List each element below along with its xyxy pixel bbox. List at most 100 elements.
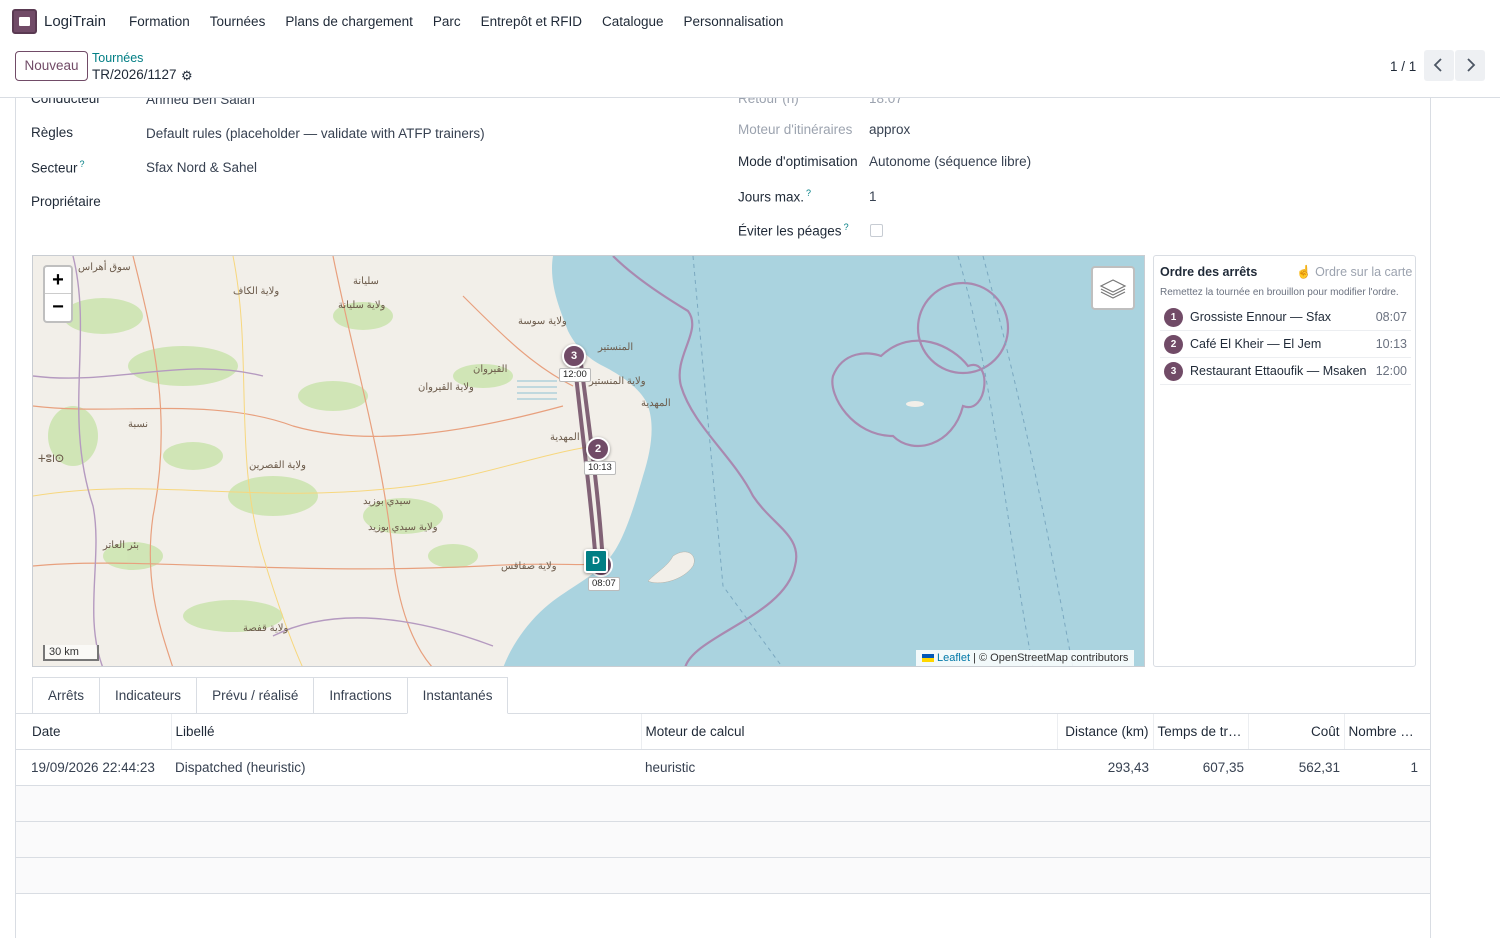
depot-marker[interactable]: D [584,549,608,573]
map-place-label: سوق أهراس [78,262,131,273]
field-value-mode-optimisation[interactable]: Autonome (séquence libre) [869,154,1031,169]
table-header-row: Date Libellé Moteur de calcul Distance (… [16,714,1430,750]
map-place-label: بئر العاتر [103,540,140,551]
column-header-temps[interactable]: Temps de tr… [1153,714,1249,750]
map-place-label: سيدي بوزيد [363,496,412,507]
field-value-moteur-itineraires: approx [869,122,911,137]
cell-date: 19/09/2026 22:44:23 [16,749,171,786]
app-name[interactable]: LogiTrain [44,13,106,30]
cell-moteur: heuristic [641,749,1057,786]
hand-pointer-icon: ☝ [1296,265,1312,279]
column-header-moteur[interactable]: Moteur de calcul [641,714,1058,750]
zoom-in-button[interactable]: + [45,267,71,294]
pager-previous-button[interactable] [1424,50,1454,81]
map-order-button[interactable]: ☝ Ordre sur la carte [1296,265,1412,280]
stop-marker-time: 10:13 [584,461,616,475]
empty-row [16,785,1430,822]
empty-row [16,821,1430,858]
map-place-label: المنستير [598,342,634,353]
cell-cout: 562,31 [1248,749,1344,786]
menu-item-plans-chargement[interactable]: Plans de chargement [285,14,413,29]
app-logo-icon[interactable] [12,9,37,34]
field-label-regles: Règles [31,125,74,140]
stop-time: 12:00 [1375,364,1407,378]
stop-time: 08:07 [1375,310,1407,324]
form-sheet: Conducteur Ahmed Ben Salah Règles Defaul… [15,98,1431,938]
stop-order-panel: Ordre des arrêts ☝ Ordre sur la carte Re… [1153,255,1416,667]
zoom-out-button[interactable]: − [45,294,71,321]
map-place-label: سليانة [353,276,379,287]
route-map[interactable]: سوق أهراس ولاية سوسة المنستير القيروان و… [32,255,1145,667]
column-header-date[interactable]: Date [16,714,172,750]
tab-indicateurs[interactable]: Indicateurs [99,677,197,714]
help-icon[interactable]: ? [80,159,85,169]
table-row[interactable]: 19/09/2026 22:44:23 Dispatched (heuristi… [16,749,1430,786]
layers-button[interactable] [1091,266,1135,310]
field-value-jours-max[interactable]: 1 [869,189,877,204]
pager-value[interactable]: 1 / 1 [1390,59,1416,74]
field-label-moteur-itineraires: Moteur d'itinéraires [738,122,853,137]
help-icon[interactable]: ? [806,188,811,198]
notebook-tabs: Arrêts Indicateurs Prévu / réalisé Infra… [32,677,509,714]
cell-libelle: Dispatched (heuristic) [171,749,641,786]
empty-row [16,857,1430,894]
column-header-nombre[interactable]: Nombre … [1344,714,1430,750]
map-place-label: ولاية المنستير [589,376,646,387]
map-place-label: ولاية قفصة [243,623,289,634]
breadcrumb-parent-link[interactable]: Tournées [92,51,143,65]
chevron-left-icon [1433,58,1442,72]
column-header-cout[interactable]: Coût [1248,714,1345,750]
stop-name: Restaurant Ettaoufik — Msaken [1190,364,1367,378]
stop-order-row[interactable]: 1 Grossiste Ennour — Sfax 08:07 [1160,304,1411,331]
field-value-conducteur[interactable]: Ahmed Ben Salah [146,98,255,107]
ukraine-flag-icon [922,654,934,663]
tab-arrets[interactable]: Arrêts [32,677,100,714]
menu-item-entrepot-rfid[interactable]: Entrepôt et RFID [481,14,582,29]
stop-name: Café El Kheir — El Jem [1190,337,1322,351]
map-place-label: ولاية سوسة [518,316,567,327]
record-name: TR/2026/1127 [92,67,177,82]
field-label-retour: Retour (h) [738,98,799,106]
leaflet-link[interactable]: Leaflet [937,652,970,664]
field-label-conducteur: Conducteur [31,98,101,106]
eviter-peages-checkbox[interactable] [870,224,883,237]
field-label-secteur: Secteur? [31,159,85,176]
gear-icon[interactable]: ⚙ [181,68,193,84]
field-value-retour: 18:07 [869,98,903,106]
map-place-label: ⵜⵓⵏⵙ [38,454,64,465]
map-place-label: ولاية سليانة [338,300,386,311]
map-place-label: المهدية [550,432,580,443]
stop-order-note: Remettez la tournée en brouillon pour mo… [1160,287,1399,298]
map-place-label: ولاية القيروان [418,382,474,393]
field-value-proprietaire[interactable] [146,194,446,212]
menu-item-personnalisation[interactable]: Personnalisation [684,14,784,29]
menu-item-formation[interactable]: Formation [129,14,190,29]
map-attribution: Leaflet | © OpenStreetMap contributors [916,650,1135,666]
stop-order-row[interactable]: 3 Restaurant Ettaoufik — Msaken 12:00 [1160,358,1411,385]
stop-marker-3[interactable]: 3 [562,344,586,368]
stop-order-row[interactable]: 2 Café El Kheir — El Jem 10:13 [1160,331,1411,358]
help-icon[interactable]: ? [844,222,849,232]
stop-marker-2[interactable]: 2 [586,437,610,461]
field-value-regles[interactable]: Default rules (placeholder — validate wi… [146,126,485,141]
tab-prevu-realise[interactable]: Prévu / réalisé [196,677,314,714]
field-value-secteur[interactable]: Sfax Nord & Sahel [146,160,257,175]
stop-marker-time: 08:07 [588,577,620,591]
main-menu: Formation Tournées Plans de chargement P… [119,14,793,29]
menu-item-parc[interactable]: Parc [433,14,461,29]
tab-instantanes[interactable]: Instantanés [406,677,509,714]
snapshots-table: Date Libellé Moteur de calcul Distance (… [16,714,1430,894]
map-place-label: المهدية [641,398,671,409]
stop-marker-time: 12:00 [559,368,591,382]
menu-item-catalogue[interactable]: Catalogue [602,14,664,29]
map-place-label: ولاية صفاقس [501,561,557,572]
column-header-libelle[interactable]: Libellé [171,714,642,750]
map-place-label: القيروان [473,364,508,375]
pager-next-button[interactable] [1455,50,1485,81]
column-header-distance[interactable]: Distance (km) [1057,714,1154,750]
cell-nombre: 1 [1344,749,1430,786]
tab-infractions[interactable]: Infractions [313,677,407,714]
new-button[interactable]: Nouveau [15,51,88,81]
menu-item-tournees[interactable]: Tournées [210,14,266,29]
chevron-right-icon [1467,58,1476,72]
